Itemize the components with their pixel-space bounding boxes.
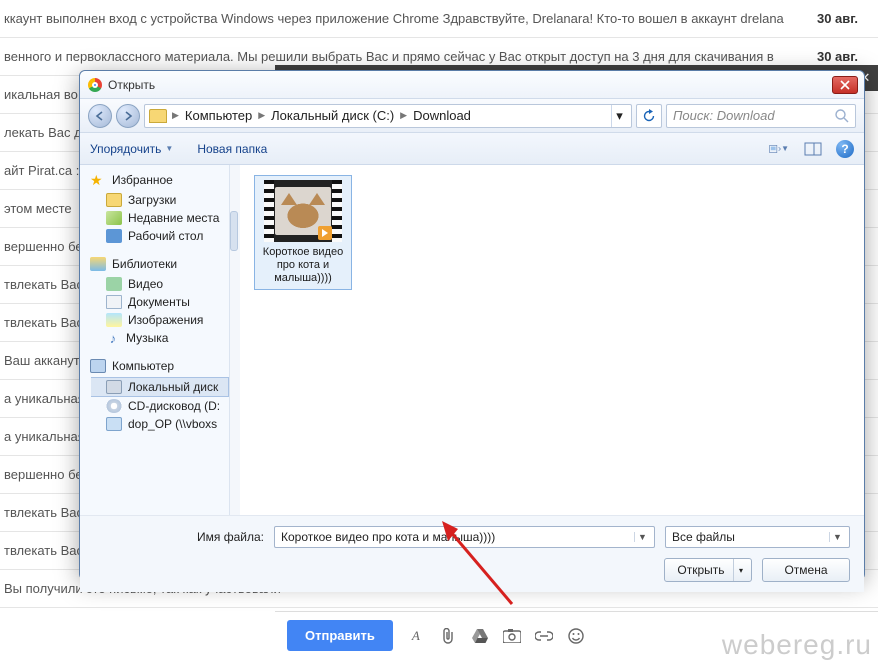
cd-icon (106, 399, 122, 413)
nav-item-cd[interactable]: CD-дисковод (D: (90, 397, 229, 415)
nav-item-desktop[interactable]: Рабочий стол (90, 227, 229, 245)
filename-input[interactable]: Короткое видео про кота и малыша)))) ▼ (274, 526, 655, 548)
chevron-down-icon[interactable]: ▾ (733, 559, 749, 581)
file-type-filter[interactable]: Все файлы ▼ (665, 526, 850, 548)
search-field[interactable]: Поиск: Download (666, 104, 856, 128)
nav-item-recent[interactable]: Недавние места (90, 209, 229, 227)
recent-icon (106, 211, 122, 225)
images-icon (106, 313, 122, 327)
file-list-area[interactable]: Короткое видео про кота и малыша)))) (230, 165, 864, 515)
nav-computer-header[interactable]: Компьютер (90, 359, 229, 373)
dialog-footer: Имя файла: Короткое видео про кота и мал… (80, 515, 864, 592)
filename-label: Имя файла: (94, 530, 264, 544)
nav-item-documents[interactable]: Документы (90, 293, 229, 311)
star-icon: ★ (90, 173, 106, 187)
nav-back-button[interactable] (88, 104, 112, 128)
send-button[interactable]: Отправить (287, 620, 393, 651)
navigation-tree: ★Избранное Загрузки Недавние места Рабоч… (80, 165, 230, 515)
watermark: webereg.ru (722, 629, 872, 661)
breadcrumb-separator[interactable]: ▶ (171, 110, 180, 121)
breadcrumb-bar[interactable]: ▶ Компьютер ▶ Локальный диск (C:) ▶ Down… (144, 104, 632, 128)
breadcrumb-dropdown[interactable]: ▾ (611, 105, 627, 127)
link-icon[interactable] (535, 627, 553, 645)
search-icon (835, 109, 849, 123)
refresh-button[interactable] (636, 104, 662, 128)
dialog-title: Открыть (108, 78, 832, 92)
drive-icon[interactable] (471, 627, 489, 645)
dialog-toolbar: Упорядочить ▼ Новая папка ▼ ? (80, 133, 864, 165)
dialog-navbar: ▶ Компьютер ▶ Локальный диск (C:) ▶ Down… (80, 99, 864, 133)
breadcrumb-segment[interactable]: Локальный диск (C:) (268, 108, 397, 123)
disk-icon (106, 380, 122, 394)
network-drive-icon (106, 417, 122, 431)
nav-item-images[interactable]: Изображения (90, 311, 229, 329)
scroll-thumb[interactable] (230, 211, 238, 251)
nav-item-local-disk[interactable]: Локальный диск (91, 377, 229, 397)
computer-icon (90, 359, 106, 373)
play-overlay-icon (318, 226, 332, 240)
window-close-button[interactable] (832, 76, 858, 94)
breadcrumb-segment[interactable]: Download (410, 108, 474, 123)
desktop-icon (106, 229, 122, 243)
breadcrumb-separator[interactable]: ▶ (257, 110, 266, 121)
library-icon (90, 257, 106, 271)
nav-item-music[interactable]: ♪Музыка (90, 329, 229, 347)
video-icon (106, 277, 122, 291)
breadcrumb-segment[interactable]: Компьютер (182, 108, 255, 123)
search-placeholder: Поиск: Download (673, 108, 775, 123)
chrome-icon (88, 78, 102, 92)
chevron-down-icon[interactable]: ▼ (829, 532, 845, 542)
video-thumbnail (264, 180, 342, 242)
nav-forward-button[interactable] (116, 104, 140, 128)
folder-icon (149, 109, 167, 123)
view-mode-button[interactable]: ▼ (768, 140, 790, 158)
nav-libraries-header[interactable]: Библиотеки (90, 257, 229, 271)
nav-item-downloads[interactable]: Загрузки (90, 191, 229, 209)
file-item-selected[interactable]: Короткое видео про кота и малыша)))) (254, 175, 352, 290)
cancel-button[interactable]: Отмена (762, 558, 850, 582)
open-button[interactable]: Открыть▾ (664, 558, 752, 582)
photo-icon[interactable] (503, 627, 521, 645)
help-button[interactable]: ? (836, 140, 854, 158)
chevron-down-icon[interactable]: ▼ (634, 532, 650, 542)
email-row[interactable]: ккаунт выполнен вход с устройства Window… (0, 0, 878, 38)
open-file-dialog: Открыть ▶ Компьютер ▶ Локальный диск (C:… (79, 70, 865, 580)
nav-item-network[interactable]: dop_OP (\\vboxs (90, 415, 229, 433)
music-icon: ♪ (106, 331, 120, 345)
file-name-label: Короткое видео про кота и малыша)))) (259, 246, 347, 285)
emoji-icon[interactable] (567, 627, 585, 645)
attach-icon[interactable] (439, 627, 457, 645)
dialog-titlebar[interactable]: Открыть (80, 71, 864, 99)
breadcrumb-separator[interactable]: ▶ (399, 110, 408, 121)
organize-menu[interactable]: Упорядочить ▼ (90, 142, 173, 156)
nav-item-video[interactable]: Видео (90, 275, 229, 293)
scroll-track[interactable] (230, 165, 240, 515)
format-icon[interactable]: A (407, 627, 425, 645)
folder-icon (106, 193, 122, 207)
document-icon (106, 295, 122, 309)
new-folder-button[interactable]: Новая папка (197, 142, 267, 156)
nav-favorites-header[interactable]: ★Избранное (90, 173, 229, 187)
preview-pane-button[interactable] (802, 140, 824, 158)
